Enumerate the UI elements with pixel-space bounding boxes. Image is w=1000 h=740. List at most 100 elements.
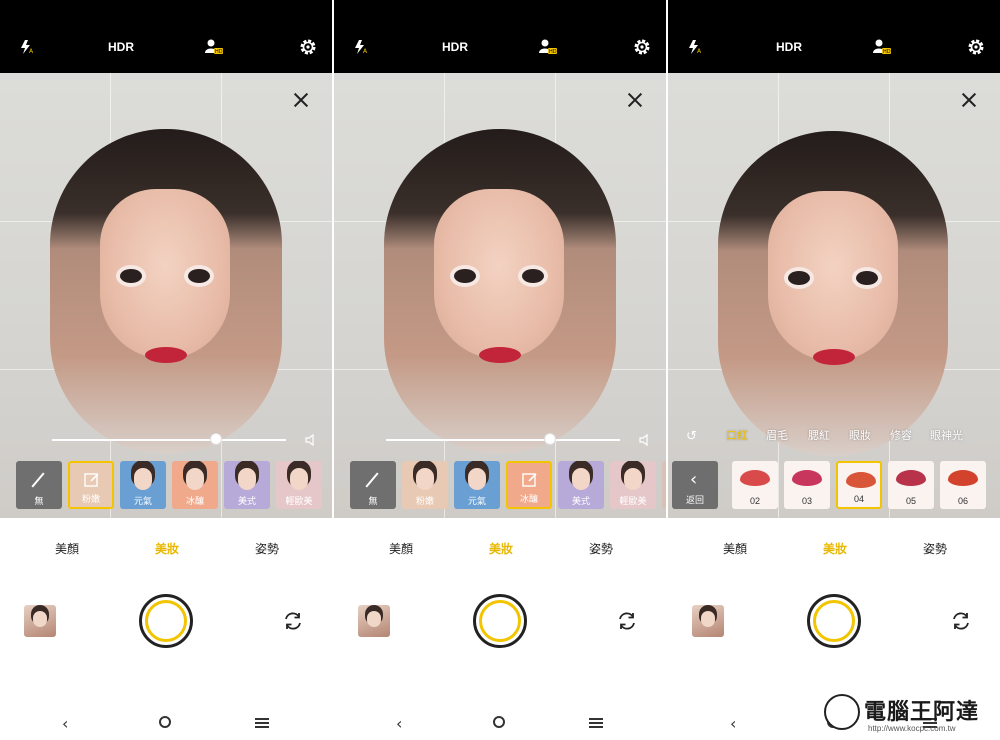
portrait-hd-icon[interactable]: HD xyxy=(870,36,894,58)
svg-text:HD: HD xyxy=(883,49,891,55)
style-label: 輕歐美 xyxy=(619,496,647,506)
sub-tab[interactable]: 修容 xyxy=(890,427,912,443)
style-item[interactable]: 粉嫩 xyxy=(402,461,448,509)
style-label: 輕歐美 xyxy=(285,496,313,506)
switch-camera-icon[interactable] xyxy=(950,610,972,632)
switch-camera-icon[interactable] xyxy=(282,610,304,632)
nav-home-icon[interactable] xyxy=(493,716,505,728)
style-none[interactable]: 無 xyxy=(16,461,62,509)
style-item[interactable]: 美式 xyxy=(558,461,604,509)
camera-preview[interactable]: 無 粉嫩 元氣 冰釀 美式 輕歐美 xyxy=(0,73,332,518)
portrait-hd-icon[interactable]: HD xyxy=(536,36,560,58)
style-item[interactable]: 元氣 xyxy=(454,461,500,509)
gear-icon[interactable] xyxy=(964,36,988,58)
style-item[interactable]: 元氣 xyxy=(120,461,166,509)
style-item[interactable]: 輕歐美 xyxy=(610,461,656,509)
style-none[interactable]: 無 xyxy=(350,461,396,509)
style-item[interactable]: 韓系 xyxy=(662,461,666,509)
top-bar: A HDR HD xyxy=(668,0,1000,73)
speaker-icon[interactable] xyxy=(638,433,652,447)
nav-back-icon[interactable]: ‹ xyxy=(730,714,736,733)
mode-tab[interactable]: 姿勢 xyxy=(589,540,613,557)
gear-icon[interactable] xyxy=(630,36,654,58)
sub-tab[interactable]: 腮紅 xyxy=(808,427,830,443)
sub-tab[interactable]: 眉毛 xyxy=(766,427,788,443)
close-icon[interactable] xyxy=(960,91,978,109)
flash-auto-icon[interactable]: A xyxy=(684,36,706,58)
shutter-button[interactable] xyxy=(473,594,527,648)
mode-tabs: 美顏 美妝 姿勢 xyxy=(668,540,1000,560)
speaker-icon[interactable] xyxy=(304,433,318,447)
mode-tab[interactable]: 美妝 xyxy=(489,540,513,557)
eye xyxy=(856,271,878,285)
mode-tab[interactable]: 姿勢 xyxy=(255,540,279,557)
eye xyxy=(522,269,544,283)
lipstick-swatch[interactable]: 06 xyxy=(940,461,986,509)
mode-tab[interactable]: 美顏 xyxy=(55,540,79,557)
sub-tab[interactable]: 眼神光 xyxy=(930,427,963,443)
gallery-thumbnail[interactable] xyxy=(358,605,390,637)
close-icon[interactable] xyxy=(292,91,310,109)
edit-icon[interactable] xyxy=(521,471,539,493)
swatch-label: 05 xyxy=(905,496,916,506)
mode-tab[interactable]: 美顏 xyxy=(723,540,747,557)
style-label: 粉嫩 xyxy=(415,496,434,506)
top-bar: A HDR HD xyxy=(334,0,666,73)
sub-tab[interactable]: 眼妝 xyxy=(849,427,871,443)
style-label: 元氣 xyxy=(133,496,152,506)
intensity-slider[interactable] xyxy=(386,433,620,445)
hdr-toggle[interactable]: HDR xyxy=(108,36,134,58)
nav-back-icon[interactable]: ‹ xyxy=(396,714,402,733)
gallery-thumbnail[interactable] xyxy=(692,605,724,637)
nav-back-icon[interactable]: ‹ xyxy=(62,714,68,733)
back-button[interactable]: ‹ 返回 xyxy=(672,461,718,509)
lips xyxy=(145,347,187,363)
lipstick-swatch[interactable]: 02 xyxy=(732,461,778,509)
slider-knob[interactable] xyxy=(209,433,222,445)
style-item[interactable]: 冰釀 xyxy=(172,461,218,509)
undo-icon[interactable]: ↺ xyxy=(686,429,697,444)
style-item-selected[interactable]: 冰釀 xyxy=(506,461,552,509)
portrait-hd-icon[interactable]: HD xyxy=(202,36,226,58)
gear-icon[interactable] xyxy=(296,36,320,58)
shutter-button[interactable] xyxy=(807,594,861,648)
shutter-button[interactable] xyxy=(139,594,193,648)
mode-tab[interactable]: 美妝 xyxy=(823,540,847,557)
lipstick-swatch[interactable]: 05 xyxy=(888,461,934,509)
intensity-slider[interactable] xyxy=(52,433,286,445)
mode-tab[interactable]: 姿勢 xyxy=(923,540,947,557)
camera-preview[interactable]: 無 粉嫩 元氣 冰釀 美式 輕歐美 xyxy=(334,73,666,518)
lips xyxy=(813,349,855,365)
watermark-title: 電腦王阿達 xyxy=(864,700,980,725)
lipstick-swatch[interactable]: 03 xyxy=(784,461,830,509)
lipstick-swatch[interactable]: 04 xyxy=(836,461,882,509)
flash-auto-icon[interactable]: A xyxy=(16,36,38,58)
mode-tab[interactable]: 美顏 xyxy=(389,540,413,557)
switch-camera-icon[interactable] xyxy=(616,610,638,632)
close-icon[interactable] xyxy=(626,91,644,109)
hdr-toggle[interactable]: HDR xyxy=(776,36,802,58)
flash-auto-icon[interactable]: A xyxy=(350,36,372,58)
sub-tab[interactable]: 口紅 xyxy=(726,427,748,443)
nav-menu-icon[interactable] xyxy=(589,718,603,728)
watermark-url: http://www.kocpc.com.tw xyxy=(868,724,956,733)
hdr-toggle[interactable]: HDR xyxy=(442,36,468,58)
mode-tab[interactable]: 美妝 xyxy=(155,540,179,557)
style-item[interactable]: 美式 xyxy=(224,461,270,509)
svg-text:A: A xyxy=(697,48,702,55)
nav-home-icon[interactable] xyxy=(159,716,171,728)
style-label: 美式 xyxy=(571,496,590,506)
nav-menu-icon[interactable] xyxy=(255,718,269,728)
style-label: 冰釀 xyxy=(519,494,538,504)
gallery-thumbnail[interactable] xyxy=(24,605,56,637)
slider-knob[interactable] xyxy=(543,433,556,445)
style-label: 冰釀 xyxy=(185,496,204,506)
style-label: 美式 xyxy=(237,496,256,506)
eye xyxy=(788,271,810,285)
style-label: 韓系 xyxy=(662,494,666,507)
style-item-selected[interactable]: 粉嫩 xyxy=(68,461,114,509)
camera-preview[interactable]: ↺ 口紅 眉毛 腮紅 眼妝 修容 眼神光 ‹ 返回 02 03 04 05 06 xyxy=(668,73,1000,518)
style-item[interactable]: 輕歐美 xyxy=(276,461,322,509)
chevron-left-icon: ‹ xyxy=(690,469,698,490)
edit-icon[interactable] xyxy=(83,471,101,493)
